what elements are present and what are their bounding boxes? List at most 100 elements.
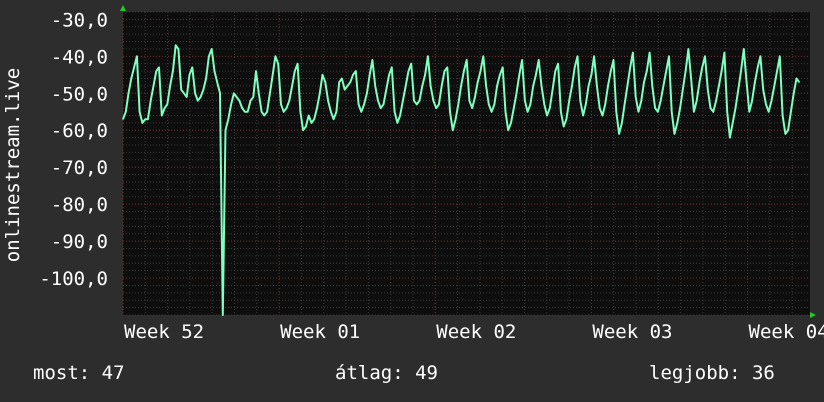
series-point — [430, 85, 432, 87]
series-point — [507, 129, 509, 131]
series-point — [510, 122, 512, 124]
series-point — [740, 70, 742, 72]
series-point — [651, 85, 653, 87]
series-point — [394, 111, 396, 113]
series-point — [618, 133, 620, 135]
series-point — [576, 55, 579, 57]
series-point — [657, 111, 659, 113]
series-point — [327, 100, 329, 102]
series-point — [161, 114, 163, 117]
series-point — [130, 77, 132, 80]
series-point — [416, 103, 418, 105]
series-point — [382, 103, 385, 105]
series-point — [244, 111, 246, 113]
series-point — [646, 70, 648, 72]
series-point — [488, 103, 490, 105]
y-tick-label: -60,0 — [51, 120, 108, 142]
series-point — [346, 85, 349, 87]
series-point — [493, 103, 495, 105]
series-point — [172, 70, 174, 72]
series-point — [335, 111, 337, 113]
series-point — [665, 70, 667, 72]
series-point — [549, 107, 551, 109]
series-point — [757, 66, 759, 68]
series-point — [385, 89, 387, 91]
series-point — [139, 111, 141, 113]
y-tick-label: -80,0 — [51, 194, 108, 216]
series-point — [795, 77, 798, 80]
series-point — [227, 118, 229, 120]
series-point — [283, 111, 285, 113]
series-point — [779, 55, 781, 57]
series-point — [319, 92, 321, 94]
series-point — [696, 100, 698, 102]
series-point — [288, 100, 290, 102]
series-point — [715, 100, 717, 102]
series-point — [166, 103, 168, 105]
series-point — [122, 118, 124, 120]
series-point — [762, 89, 764, 91]
series-point — [280, 103, 282, 105]
series-point — [252, 96, 254, 98]
series-point — [297, 63, 299, 65]
series-point — [194, 92, 196, 94]
series-point — [535, 74, 537, 76]
plot-area — [123, 12, 810, 315]
series-point — [654, 107, 656, 109]
series-point — [468, 100, 470, 102]
series-point — [521, 59, 523, 61]
series-point — [380, 107, 382, 109]
x-tick-label: Week 03 — [592, 321, 672, 343]
series-point — [482, 55, 484, 57]
series-point — [643, 81, 645, 83]
series-point — [601, 114, 604, 117]
series-point — [798, 81, 800, 83]
series-point — [701, 66, 703, 68]
series-point — [432, 100, 434, 102]
series-point — [673, 133, 676, 135]
series-point — [222, 314, 224, 316]
series-point — [563, 125, 565, 128]
series-point — [249, 100, 252, 102]
series-point — [446, 66, 448, 68]
series-point — [291, 85, 293, 87]
series-point — [418, 100, 421, 102]
series-point — [413, 100, 415, 102]
series-point — [402, 100, 404, 102]
series-point — [427, 55, 429, 57]
series-point — [709, 107, 712, 109]
y-tick-label: -30,0 — [51, 9, 108, 31]
series-point — [787, 129, 789, 131]
series-point — [552, 89, 554, 91]
series-point — [141, 122, 143, 124]
series-point — [582, 114, 584, 117]
series-point — [629, 66, 631, 68]
series-point — [352, 74, 354, 76]
stats-footer: most: 47 átlag: 49 legjobb: 36 — [0, 362, 824, 390]
series-point — [765, 103, 767, 105]
series-point — [515, 92, 518, 94]
series-point — [127, 92, 130, 94]
series-point — [590, 74, 593, 76]
series-point — [685, 70, 687, 72]
series-point — [751, 100, 753, 102]
stat-average: átlag: 49 — [335, 362, 438, 384]
series-point — [479, 70, 482, 72]
series-point — [571, 85, 573, 87]
series-point — [463, 70, 465, 72]
series-point — [224, 129, 227, 131]
series-point — [632, 52, 634, 54]
series-point — [274, 55, 276, 57]
series-point — [349, 81, 351, 83]
series-point — [310, 122, 313, 124]
series-point — [455, 118, 457, 120]
series-point — [596, 85, 598, 87]
series-point — [698, 81, 701, 83]
y-tick-label: -100,0 — [39, 268, 108, 290]
series-point — [266, 111, 268, 113]
series-point — [366, 92, 368, 94]
series-point — [324, 81, 326, 83]
series-point — [485, 85, 487, 87]
series-point — [593, 55, 595, 57]
series-point — [768, 111, 770, 113]
